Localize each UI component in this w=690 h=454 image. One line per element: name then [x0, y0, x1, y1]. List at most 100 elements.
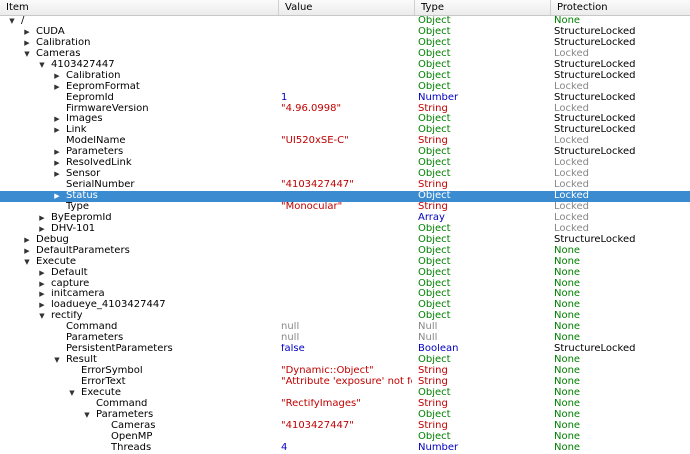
tree-row[interactable]: ModelName "UI520xSE-C" String Locked — [0, 136, 690, 147]
tree-row[interactable]: Command "RectifyImages" String None — [0, 399, 690, 410]
value-cell: false — [281, 344, 412, 355]
tree-row[interactable]: ▼ Execute Object None — [0, 257, 690, 268]
expand-arrow-icon[interactable]: ▶ — [52, 71, 62, 82]
type-cell-text: Null — [418, 333, 438, 344]
protection-cell-text: None — [554, 420, 581, 431]
collapse-arrow-icon[interactable]: ▼ — [22, 49, 32, 60]
expand-arrow-icon[interactable]: ▶ — [52, 82, 62, 93]
tree-row[interactable]: Type "Monocular" String Locked — [0, 202, 690, 213]
type-cell: Object — [418, 27, 550, 38]
value-cell — [281, 410, 412, 421]
tree-row[interactable]: ▶ EepromFormat Object Locked — [0, 82, 690, 93]
protection-cell-text: StructureLocked — [554, 114, 636, 125]
protection-cell: None — [554, 399, 690, 410]
tree-row[interactable]: Threads 4 Number None — [0, 443, 690, 454]
tree-row[interactable]: ErrorText "Attribute 'exposure' not fo...… — [0, 377, 690, 388]
tree-row[interactable]: ▶ Images Object StructureLocked — [0, 114, 690, 125]
tree-row[interactable]: ▶ DHV-101 Object Locked — [0, 224, 690, 235]
value-cell: "Monocular" — [281, 202, 412, 213]
expand-arrow-icon[interactable]: ▶ — [52, 125, 62, 136]
type-cell-text: Object — [418, 387, 451, 398]
expand-arrow-icon[interactable]: ▶ — [37, 289, 47, 300]
tree-row[interactable]: ▶ Status Object Locked — [0, 191, 690, 202]
type-cell-text: Null — [418, 322, 438, 333]
item-cell: ▶ Debug — [0, 235, 278, 246]
tree-row[interactable]: ▼ Execute Object None — [0, 388, 690, 399]
protection-cell-text: StructureLocked — [554, 234, 636, 245]
tree-row[interactable]: ▶ Calibration Object StructureLocked — [0, 71, 690, 82]
tree-view[interactable]: Item Value Type Protection ▼ / Object None ▶… — [0, 0, 690, 454]
protection-cell: StructureLocked — [554, 71, 690, 82]
collapse-arrow-icon[interactable]: ▼ — [7, 16, 17, 27]
type-cell-text: Object — [418, 59, 451, 70]
collapse-arrow-icon[interactable]: ▼ — [37, 311, 47, 322]
item-cell: ▶ initcamera — [0, 289, 278, 300]
tree-row[interactable]: ▶ ResolvedLink Object Locked — [0, 158, 690, 169]
tree-row[interactable]: ▼ Result Object None — [0, 355, 690, 366]
protection-cell: StructureLocked — [554, 38, 690, 49]
tree-row[interactable]: ▶ Parameters Object StructureLocked — [0, 147, 690, 158]
expand-arrow-icon[interactable]: ▶ — [52, 147, 62, 158]
type-cell: Object — [418, 235, 550, 246]
collapse-arrow-icon[interactable]: ▼ — [82, 410, 92, 421]
expand-arrow-icon[interactable]: ▶ — [52, 191, 62, 202]
expand-arrow-icon[interactable]: ▶ — [37, 300, 47, 311]
header-value[interactable]: Value — [279, 0, 415, 15]
expand-arrow-icon[interactable]: ▶ — [22, 38, 32, 49]
protection-cell-text: None — [554, 366, 581, 376]
type-cell-text: Object — [418, 26, 451, 37]
tree-row[interactable]: ▶ DefaultParameters Object None — [0, 246, 690, 257]
tree-row[interactable]: ▶ loadueye_4103427447 Object None — [0, 300, 690, 311]
tree-row[interactable]: ▶ CUDA Object StructureLocked — [0, 27, 690, 38]
tree-row[interactable]: ▶ Link Object StructureLocked — [0, 125, 690, 136]
expand-arrow-icon[interactable]: ▶ — [37, 268, 47, 279]
value-cell-text: "4103427447" — [281, 420, 354, 431]
tree-row[interactable]: ▼ 4103427447 Object StructureLocked — [0, 60, 690, 71]
tree-row[interactable]: Cameras "4103427447" String None — [0, 421, 690, 432]
expand-arrow-icon[interactable]: ▶ — [22, 235, 32, 246]
item-cell: ▼ rectify — [0, 311, 278, 322]
tree-row[interactable]: ▶ Debug Object StructureLocked — [0, 235, 690, 246]
expand-arrow-icon[interactable]: ▶ — [52, 169, 62, 180]
tree-row[interactable]: OpenMP Object None — [0, 432, 690, 443]
expand-arrow-icon[interactable]: ▶ — [52, 158, 62, 169]
tree-row[interactable]: PersistentParameters false Boolean Structur… — [0, 344, 690, 355]
collapse-arrow-icon[interactable]: ▼ — [37, 60, 47, 71]
tree-row[interactable]: ▶ Sensor Object Locked — [0, 169, 690, 180]
type-cell-text: Array — [418, 212, 445, 223]
tree-row[interactable]: ▼ Parameters Object None — [0, 410, 690, 421]
tree-row[interactable]: ▶ initcamera Object None — [0, 289, 690, 300]
collapse-arrow-icon[interactable]: ▼ — [52, 355, 62, 366]
collapse-arrow-icon[interactable]: ▼ — [67, 388, 77, 399]
protection-cell: Locked — [554, 169, 690, 180]
tree-row[interactable]: EepromId 1 Number StructureLocked — [0, 93, 690, 104]
expand-arrow-icon[interactable]: ▶ — [37, 279, 47, 290]
tree-row[interactable]: FirmwareVersion "4.96.0998" String Locked — [0, 104, 690, 115]
expand-arrow-icon[interactable]: ▶ — [52, 114, 62, 125]
expand-arrow-icon[interactable]: ▶ — [22, 27, 32, 38]
item-cell: ▶ CUDA — [0, 27, 278, 38]
tree-row[interactable]: ErrorSymbol "Dynamic::Object" String None — [0, 366, 690, 377]
type-cell: String — [418, 136, 550, 147]
tree-row[interactable]: ▶ ByEepromId Array Locked — [0, 213, 690, 224]
protection-cell-text: None — [554, 289, 581, 300]
tree-row[interactable]: ▼ rectify Object None — [0, 311, 690, 322]
tree-row[interactable]: SerialNumber "4103427447" String Locked — [0, 180, 690, 191]
type-cell-text: Object — [418, 431, 451, 442]
tree-row[interactable]: Command null Null None — [0, 322, 690, 333]
item-label: ErrorSymbol — [81, 366, 143, 376]
tree-row[interactable]: ▶ capture Object None — [0, 279, 690, 290]
header-item[interactable]: Item — [0, 0, 279, 15]
tree-row[interactable]: Parameters null Null None — [0, 333, 690, 344]
tree-row[interactable]: ▼ Cameras Object Locked — [0, 49, 690, 60]
tree-row[interactable]: ▶ Calibration Object StructureLocked — [0, 38, 690, 49]
expand-arrow-icon[interactable]: ▶ — [22, 246, 32, 257]
protection-cell: Locked — [554, 180, 690, 191]
expand-arrow-icon[interactable]: ▶ — [37, 213, 47, 224]
tree-row[interactable]: ▶ Default Object None — [0, 268, 690, 279]
tree-row[interactable]: ▼ / Object None — [0, 16, 690, 27]
collapse-arrow-icon[interactable]: ▼ — [22, 257, 32, 268]
header-type[interactable]: Type — [415, 0, 551, 15]
header-protection[interactable]: Protection — [551, 0, 690, 15]
expand-arrow-icon[interactable]: ▶ — [37, 224, 47, 235]
